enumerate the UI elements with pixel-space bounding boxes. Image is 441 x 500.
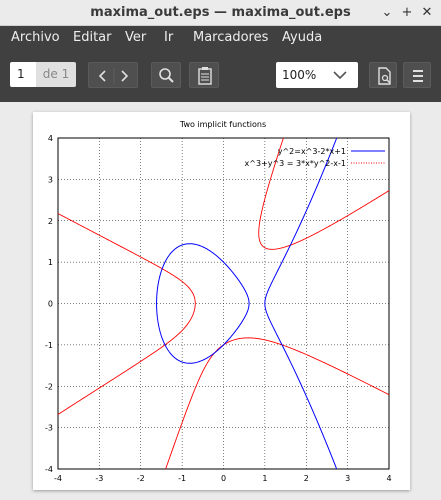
x-tick-label: -3 <box>95 474 103 483</box>
close-icon[interactable]: ✕ <box>418 4 436 22</box>
next-page-icon <box>121 70 129 82</box>
y-tick-label: 0 <box>48 300 53 309</box>
y-tick-label: 2 <box>48 217 53 226</box>
y-tick-label: 3 <box>48 175 53 184</box>
menu-marcadores[interactable]: Marcadores <box>193 30 268 45</box>
y-tick-label: 1 <box>48 258 53 267</box>
menu-editar[interactable]: Editar <box>73 30 112 45</box>
menu-ver[interactable]: Ver <box>125 30 146 45</box>
x-tick-label: -1 <box>178 474 186 483</box>
search-icon <box>159 68 174 83</box>
hamburger-icon <box>413 70 423 82</box>
y-tick-label: -1 <box>45 341 53 350</box>
x-tick-label: 3 <box>345 474 350 483</box>
prev-page-icon[interactable] <box>89 63 139 89</box>
toolbar: 1 de 1 100% <box>0 50 441 102</box>
zoom-value: 100% <box>282 68 317 82</box>
window-title: maxima_out.eps — maxima_out.eps <box>90 5 351 20</box>
y-tick-label: -4 <box>45 465 53 474</box>
x-tick-label: 4 <box>386 474 391 483</box>
document-properties-button[interactable] <box>369 62 397 88</box>
legend-label-2: x^3+y^3 = 3*x*y^2-x-1 <box>245 159 347 168</box>
chart-title: Two implicit functions <box>179 120 266 129</box>
x-tick-label: 1 <box>262 474 267 483</box>
chevron-down-icon <box>333 71 347 80</box>
grid <box>58 138 389 469</box>
document-search-icon <box>378 67 391 85</box>
search-button[interactable] <box>151 62 181 88</box>
legend: y^2=x^3-2*x+1 x^3+y^3 = 3*x*y^2-x-1 <box>245 147 385 168</box>
page-count: de 1 <box>36 62 76 87</box>
y-tick-label: -2 <box>45 382 53 391</box>
x-tick-label: -4 <box>54 474 62 483</box>
clipboard-icon <box>198 67 212 85</box>
annotations-button[interactable] <box>189 62 219 88</box>
x-tick-label: 0 <box>221 474 226 483</box>
x-tick-label: 2 <box>304 474 309 483</box>
menu-archivo[interactable]: Archivo <box>11 30 60 45</box>
y-tick-label: -3 <box>45 424 53 433</box>
menu-button[interactable] <box>403 62 431 88</box>
minimize-icon[interactable]: ⌄ <box>378 4 396 22</box>
page-input[interactable]: 1 <box>10 62 36 87</box>
x-tick-label: -2 <box>137 474 145 483</box>
menu-ayuda[interactable]: Ayuda <box>282 30 322 45</box>
page-selector[interactable]: 1 de 1 <box>10 62 76 87</box>
menu-bar: Archivo Editar Ver Ir Marcadores Ayuda <box>0 26 441 50</box>
maximize-icon[interactable]: + <box>398 4 416 22</box>
menu-ir[interactable]: Ir <box>164 30 173 45</box>
zoom-select[interactable]: 100% <box>276 62 358 88</box>
document-page: Two implicit functions -4 -3 -2 -1 0 1 2 3 4 4 3 2 1… <box>33 112 410 490</box>
y-tick-label: 4 <box>48 134 53 143</box>
plot: Two implicit functions -4 -3 -2 -1 0 1 2 3 4 4 3 2 1… <box>45 120 392 483</box>
title-bar: maxima_out.eps — maxima_out.eps ⌄ + ✕ <box>0 0 441 26</box>
legend-label-1: y^2=x^3-2*x+1 <box>278 147 346 156</box>
document-canvas[interactable]: Two implicit functions -4 -3 -2 -1 0 1 2 3 4 4 3 2 1… <box>0 102 441 500</box>
tick-labels: -4 -3 -2 -1 0 1 2 3 4 4 3 2 1 0 -1 -2 -3 -4 <box>45 134 392 483</box>
page-nav-group <box>88 62 138 88</box>
